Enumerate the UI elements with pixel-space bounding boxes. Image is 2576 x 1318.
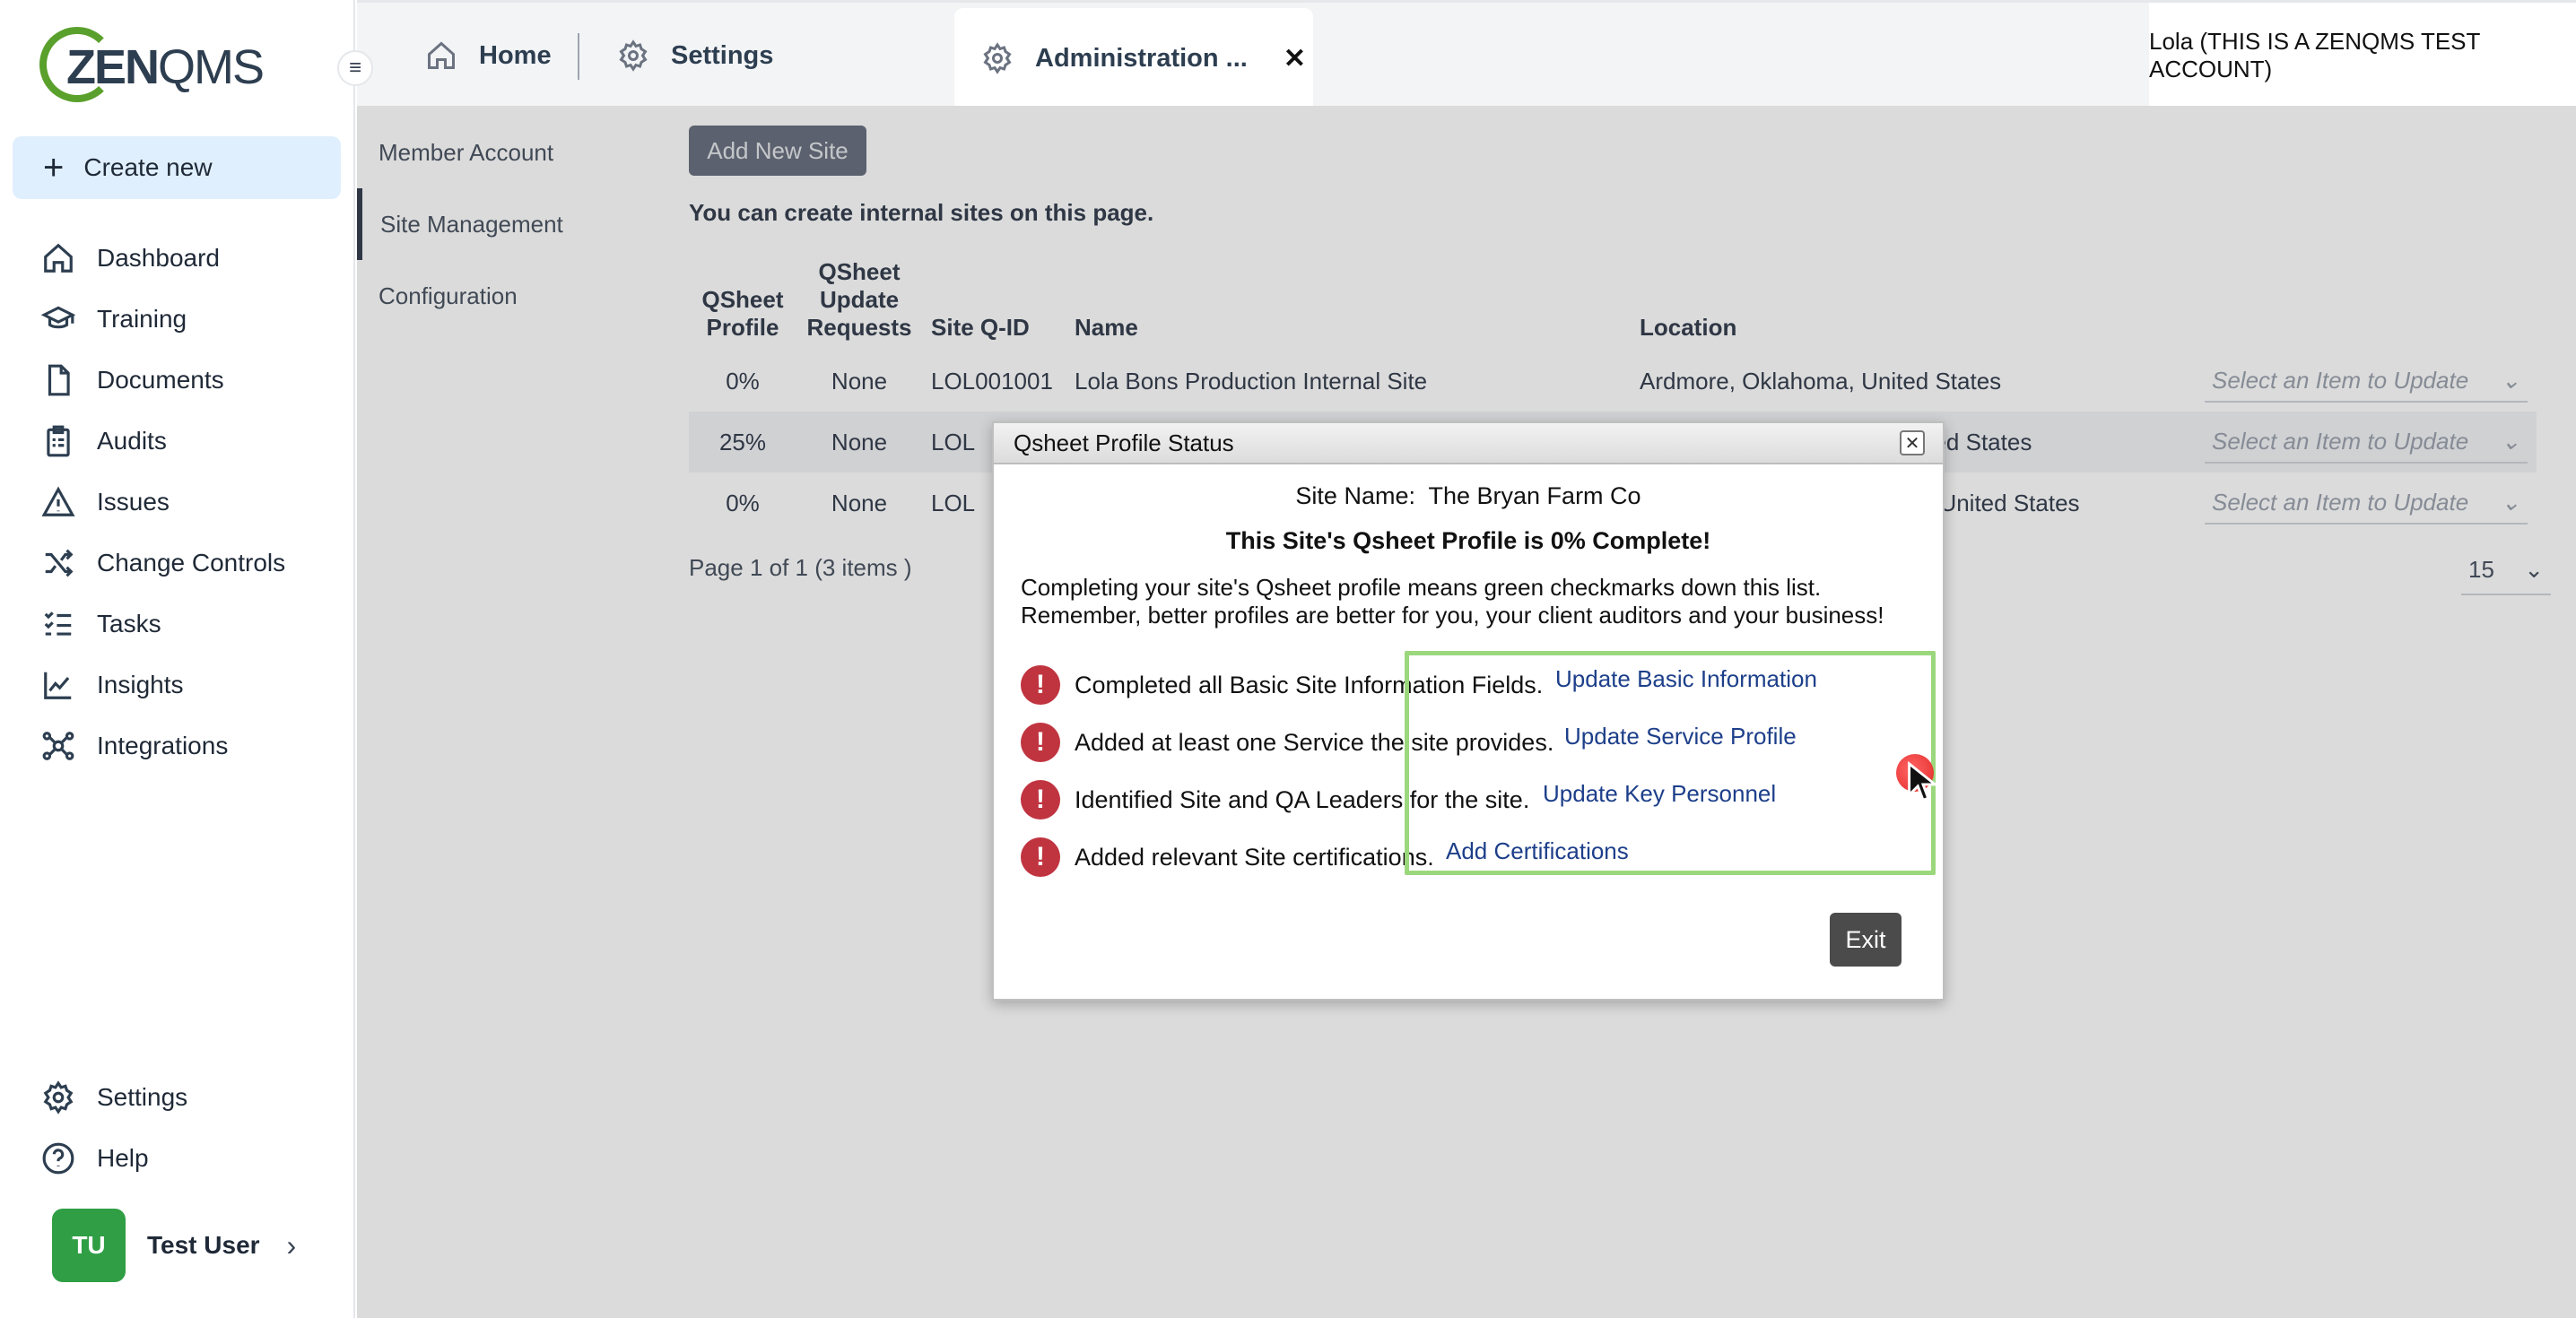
user-name: Test User [147, 1231, 260, 1259]
profile-description: Completing your site's Qsheet profile me… [1021, 574, 1884, 629]
graduation-cap-icon [41, 306, 75, 329]
tab-label: Settings [671, 40, 774, 70]
gear-icon [983, 42, 1012, 74]
shuffle-icon [45, 549, 74, 577]
checklist-icon [44, 611, 72, 636]
sidebar-item-audits[interactable]: Audits [0, 411, 355, 472]
dialog-header: Qsheet Profile Status ✕ [994, 423, 1943, 464]
logo-regular-text: QMS [158, 40, 265, 94]
sidebar-item-label: Help [97, 1144, 149, 1172]
zenqms-logo[interactable]: ZENQMS [39, 27, 265, 102]
sidebar-item-dashboard[interactable]: Dashboard [0, 228, 355, 289]
sidebar: ZENQMS + Create new Dashboard Training D… [0, 0, 355, 1318]
tab-administration[interactable]: Administration ... ✕ [954, 8, 1313, 108]
home-icon [44, 243, 73, 273]
sidebar-item-documents[interactable]: Documents [0, 350, 355, 411]
network-icon [42, 732, 74, 760]
sidebar-toggle-button[interactable]: ≡ [337, 50, 373, 86]
avatar: TU [52, 1209, 126, 1282]
home-icon [428, 41, 455, 69]
gear-icon [43, 1080, 74, 1114]
sidebar-nav: Dashboard Training Documents Audits Issu… [0, 228, 355, 776]
sidebar-item-tasks[interactable]: Tasks [0, 594, 355, 655]
sidebar-bottom-nav: Settings Help [0, 1067, 355, 1189]
top-tab-bar: Home Settings Administration ... ✕ Lola … [357, 0, 2576, 108]
tab-label: Home [479, 40, 552, 70]
sidebar-item-help[interactable]: Help [0, 1128, 355, 1189]
sidebar-item-label: Settings [97, 1083, 188, 1111]
description-line: Remember, better profiles are better for… [1021, 602, 1884, 629]
update-basic-information-link[interactable]: Update Basic Information [1555, 665, 1817, 693]
tab-label: Administration ... [1035, 43, 1248, 73]
exclamation-icon: ! [1021, 723, 1060, 762]
dialog-close-button[interactable]: ✕ [1900, 430, 1925, 455]
profile-status-text: This Site's Qsheet Profile is 0% Complet… [1225, 527, 1711, 554]
clipboard-icon [47, 425, 70, 457]
tab-divider [578, 33, 579, 80]
mouse-pointer-icon [1908, 760, 1939, 802]
checklist-item: ! Added relevant Site certifications. [1021, 837, 1434, 877]
account-label[interactable]: Lola (THIS IS A ZENQMS TEST ACCOUNT) [2149, 3, 2576, 108]
hamburger-icon: ≡ [348, 56, 361, 80]
gear-icon [619, 39, 648, 72]
sidebar-item-settings[interactable]: Settings [0, 1067, 355, 1128]
sidebar-item-label: Tasks [97, 610, 161, 637]
tab-settings[interactable]: Settings [617, 3, 773, 108]
tab-home[interactable]: Home [425, 3, 552, 108]
create-new-button[interactable]: + Create new [13, 136, 341, 199]
sidebar-item-label: Insights [97, 671, 184, 698]
sidebar-item-label: Issues [97, 488, 170, 516]
exclamation-icon: ! [1021, 780, 1060, 819]
site-name-label: Site Name: [1295, 482, 1415, 509]
sidebar-item-label: Change Controls [97, 549, 286, 577]
sidebar-item-integrations[interactable]: Integrations [0, 715, 355, 776]
close-icon: ✕ [1904, 433, 1920, 454]
sidebar-item-change-controls[interactable]: Change Controls [0, 533, 355, 594]
close-tab-icon[interactable]: ✕ [1284, 43, 1306, 74]
user-menu[interactable]: TU Test User › [52, 1209, 296, 1282]
plus-icon: + [43, 147, 65, 187]
sidebar-item-label: Training [97, 305, 187, 333]
checklist-text: Added relevant Site certifications. [1075, 843, 1434, 871]
site-name-value: The Bryan Farm Co [1428, 482, 1641, 509]
sidebar-item-label: Dashboard [97, 244, 220, 272]
add-certifications-link[interactable]: Add Certifications [1446, 837, 1629, 865]
logo-bold-text: ZEN [66, 40, 160, 94]
update-service-profile-link[interactable]: Update Service Profile [1564, 723, 1797, 750]
warning-icon [41, 486, 75, 516]
sidebar-item-label: Audits [97, 427, 167, 455]
exit-button[interactable]: Exit [1830, 913, 1902, 967]
help-icon [42, 1142, 74, 1175]
update-key-personnel-link[interactable]: Update Key Personnel [1543, 780, 1776, 808]
sidebar-item-label: Integrations [97, 732, 229, 759]
qsheet-profile-status-dialog: Qsheet Profile Status ✕ Site Name: The B… [992, 421, 1945, 1001]
site-name-line: Site Name: The Bryan Farm Co [994, 482, 1943, 510]
chevron-right-icon: › [286, 1228, 297, 1262]
sidebar-item-insights[interactable]: Insights [0, 655, 355, 715]
description-line: Completing your site's Qsheet profile me… [1021, 574, 1822, 601]
dialog-title: Qsheet Profile Status [1014, 429, 1234, 456]
exclamation-icon: ! [1021, 837, 1060, 877]
sidebar-item-label: Documents [97, 366, 224, 394]
exclamation-icon: ! [1021, 665, 1060, 705]
sidebar-item-training[interactable]: Training [0, 289, 355, 350]
sidebar-item-issues[interactable]: Issues [0, 472, 355, 533]
chart-icon [44, 672, 72, 699]
document-icon [48, 364, 70, 396]
create-new-label: Create new [83, 153, 213, 181]
